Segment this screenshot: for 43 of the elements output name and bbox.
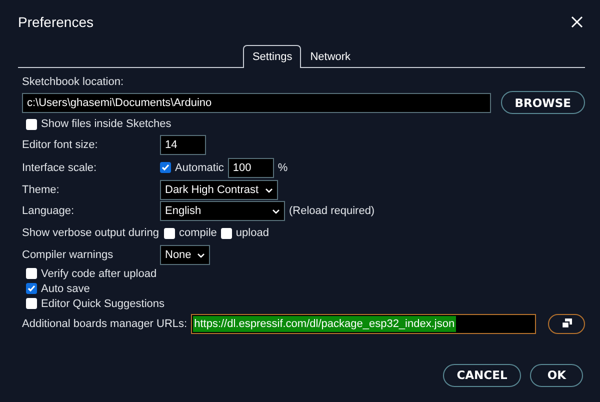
caret-icon bbox=[264, 188, 273, 192]
checkbox[interactable] bbox=[26, 118, 37, 130]
checkbox-label: Auto save bbox=[41, 282, 90, 294]
setting-label: Interface scale: bbox=[22, 162, 98, 174]
dropdown[interactable]: Dark High Contrast bbox=[160, 180, 278, 200]
browse-button[interactable]: BROWSE bbox=[500, 91, 585, 114]
cancel-button[interactable]: CANCEL bbox=[442, 364, 522, 386]
windows-icon bbox=[560, 318, 573, 329]
caret-icon bbox=[197, 252, 206, 258]
dropdown[interactable]: English bbox=[160, 201, 285, 221]
checkbox-label: upload bbox=[236, 227, 269, 239]
window-title: Preferences bbox=[18, 14, 94, 30]
dropdown[interactable]: None bbox=[160, 245, 210, 265]
field-label: Additional boards manager URLs: bbox=[22, 318, 188, 330]
note-text: (Reload required) bbox=[289, 205, 375, 217]
checkbox-label: Verify code after upload bbox=[41, 268, 157, 280]
checkbox[interactable] bbox=[26, 298, 37, 309]
checkbox-label: Editor Quick Suggestions bbox=[41, 298, 165, 310]
setting-label: Language: bbox=[22, 205, 75, 217]
close-icon[interactable] bbox=[571, 16, 583, 28]
path-field[interactable]: c:\Users\ghasemi\Documents\Arduino bbox=[22, 92, 491, 112]
caret-icon bbox=[272, 208, 280, 214]
setting-label: Theme: bbox=[22, 184, 60, 196]
tab[interactable]: Network bbox=[301, 45, 360, 68]
checkbox[interactable] bbox=[164, 228, 175, 238]
checkbox-label: compile bbox=[179, 227, 217, 239]
ok-button[interactable]: OK bbox=[530, 364, 583, 386]
checkbox[interactable] bbox=[26, 283, 37, 294]
checkbox-label: Show files inside Sketches bbox=[41, 118, 172, 130]
number-field[interactable]: 100 bbox=[228, 158, 274, 178]
checkbox[interactable] bbox=[220, 228, 232, 238]
url-field[interactable]: https://dl.espressif.com/dl/package_esp32_index.json bbox=[191, 314, 536, 334]
unit-label: % bbox=[278, 162, 288, 174]
setting-label: Compiler warnings bbox=[22, 249, 114, 261]
tab[interactable]: Settings bbox=[243, 45, 302, 68]
open-window-button[interactable] bbox=[548, 314, 585, 334]
number-field[interactable]: 14 bbox=[160, 135, 206, 155]
checkbox[interactable] bbox=[26, 268, 37, 279]
setting-label: Editor font size: bbox=[22, 139, 99, 151]
checkbox-label: Automatic bbox=[175, 162, 224, 174]
setting-label: Show verbose output during bbox=[22, 227, 160, 239]
field-label: Sketchbook location: bbox=[22, 76, 125, 88]
checkbox[interactable] bbox=[160, 162, 171, 173]
